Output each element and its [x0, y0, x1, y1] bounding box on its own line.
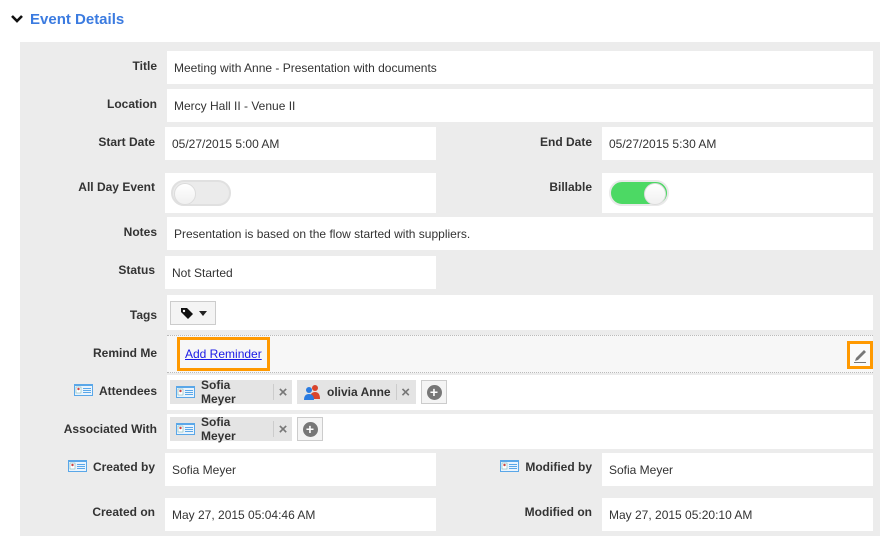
location-label: Location [107, 97, 157, 111]
location-field[interactable]: Mercy Hall II - Venue II [167, 89, 873, 122]
tags-field [167, 295, 873, 330]
contact-card-icon [176, 386, 195, 398]
remove-attendee-icon[interactable]: × [274, 384, 292, 401]
modified-by-label: Modified by [525, 460, 592, 474]
associated-chip: Sofia Meyer × [170, 415, 292, 443]
attendee-name: olivia Anne [327, 385, 391, 399]
associated-name: Sofia Meyer [201, 415, 236, 443]
location-value: Mercy Hall II - Venue II [174, 98, 296, 113]
notes-field[interactable]: Presentation is based on the flow starte… [167, 217, 873, 250]
attendees-label: Attendees [98, 384, 157, 398]
toggle-knob [644, 183, 666, 205]
toggle-knob [174, 183, 196, 205]
created-by-label: Created by [92, 460, 155, 474]
remind-me-label: Remind Me [92, 346, 157, 360]
modified-on-label: Modified on [524, 505, 592, 519]
title-field[interactable]: Meeting with Anne - Presentation with do… [167, 51, 873, 84]
status-value: Not Started [172, 265, 233, 280]
chevron-down-icon[interactable] [10, 12, 24, 26]
users-group-icon [303, 384, 321, 400]
contact-card-icon [500, 460, 519, 472]
modified-by-field: Sofia Meyer [602, 453, 873, 486]
attendee-chip: olivia Anne × [297, 380, 416, 404]
section-title: Event Details [30, 10, 125, 28]
created-by-value: Sofia Meyer [172, 462, 237, 477]
end-date-value: 05/27/2015 5:30 AM [609, 136, 717, 151]
pencil-icon [854, 350, 866, 363]
created-by-field: Sofia Meyer [165, 453, 436, 486]
all-day-event-field [165, 173, 436, 213]
caret-down-icon [198, 310, 207, 316]
contact-card-icon [176, 423, 195, 435]
add-associated-button[interactable]: + [297, 417, 323, 441]
edit-reminder-button[interactable] [847, 341, 873, 369]
created-on-field: May 27, 2015 05:04:46 AM [165, 498, 436, 531]
title-label: Title [132, 59, 157, 73]
start-date-label: Start Date [98, 135, 155, 149]
modified-on-value: May 27, 2015 05:20:10 AM [609, 507, 753, 522]
associated-with-field: Sofia Meyer × + [167, 414, 873, 449]
billable-label: Billable [549, 180, 592, 194]
start-date-field[interactable]: 05/27/2015 5:00 AM [165, 127, 436, 160]
all-day-event-label: All Day Event [78, 180, 155, 194]
plus-icon: + [426, 384, 442, 400]
end-date-field[interactable]: 05/27/2015 5:30 AM [602, 127, 873, 160]
all-day-event-toggle[interactable] [171, 180, 231, 206]
attendee-name: Sofia Meyer [201, 378, 236, 406]
notes-label: Notes [123, 225, 157, 239]
created-on-label: Created on [92, 505, 155, 519]
add-attendee-button[interactable]: + [421, 380, 447, 404]
tags-dropdown-button[interactable] [170, 301, 216, 325]
tags-label: Tags [129, 308, 157, 322]
tag-icon [180, 308, 193, 319]
attendee-chip: Sofia Meyer × [170, 378, 292, 406]
modified-on-field: May 27, 2015 05:20:10 AM [602, 498, 873, 531]
title-value: Meeting with Anne - Presentation with do… [174, 60, 437, 75]
start-date-value: 05/27/2015 5:00 AM [172, 136, 280, 151]
remind-me-field: Add Reminder [167, 335, 873, 373]
notes-value: Presentation is based on the flow starte… [174, 226, 471, 241]
remove-attendee-icon[interactable]: × [397, 384, 415, 401]
modified-by-value: Sofia Meyer [609, 462, 674, 477]
plus-icon: + [302, 421, 318, 437]
remove-associated-icon[interactable]: × [274, 421, 292, 438]
attendees-field: Sofia Meyer × olivia Anne × + [167, 375, 873, 410]
add-reminder-link[interactable]: Add Reminder [177, 337, 270, 371]
section-header[interactable]: Event Details [10, 8, 124, 30]
contact-card-icon [68, 460, 87, 472]
contact-card-icon [74, 384, 93, 396]
created-on-value: May 27, 2015 05:04:46 AM [172, 507, 316, 522]
end-date-label: End Date [539, 135, 592, 149]
event-details-panel: Title Meeting with Anne - Presentation w… [20, 42, 880, 536]
associated-with-label: Associated With [63, 422, 157, 436]
billable-toggle[interactable] [609, 180, 669, 206]
billable-field [602, 173, 873, 213]
status-label: Status [118, 263, 155, 277]
status-field[interactable]: Not Started [165, 256, 436, 289]
